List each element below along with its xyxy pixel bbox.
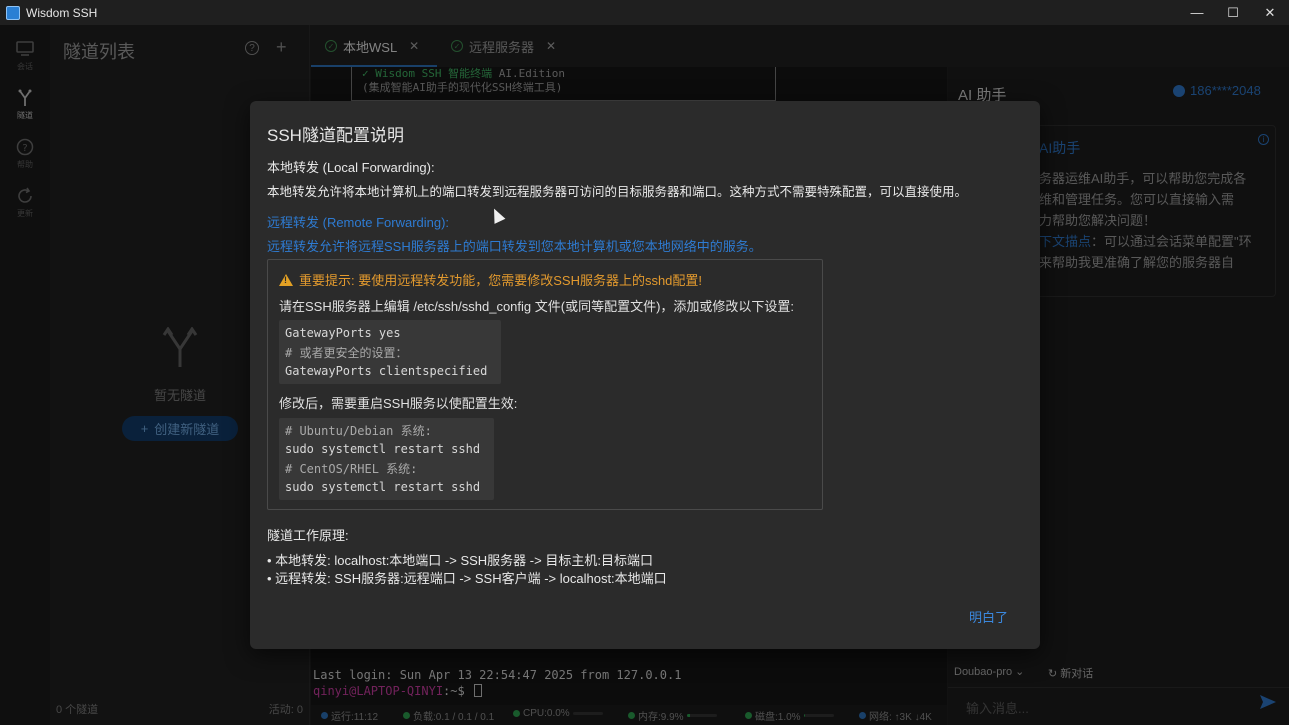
principle-heading: 隧道工作原理: — [267, 528, 349, 543]
code-comment: # CentOS/RHEL 系统: — [285, 462, 418, 476]
ssh-tunnel-help-dialog: SSH隧道配置说明 本地转发 (Local Forwarding): 本地转发允… — [250, 101, 1040, 649]
warning-line: 重要提示: 要使用远程转发功能，您需要修改SSH服务器上的sshd配置! — [279, 270, 702, 289]
restart-instruction: 修改后，需要重启SSH服务以使配置生效: — [279, 396, 518, 411]
code-line: GatewayPorts yes — [285, 326, 401, 340]
principle-remote: • 远程转发: SSH服务器:远程端口 -> SSH客户端 -> localho… — [267, 571, 667, 586]
dialog-title: SSH隧道配置说明 — [267, 126, 404, 145]
local-forwarding-heading: 本地转发 (Local Forwarding): — [267, 160, 435, 175]
minimize-button[interactable]: — — [1178, 0, 1216, 25]
code-line: sudo systemctl restart sshd — [285, 480, 481, 494]
code-line: sudo systemctl restart sshd — [285, 442, 481, 456]
remote-forwarding-desc: 远程转发允许将远程SSH服务器上的端口转发到您本地计算机或您本地网络中的服务。 — [267, 239, 762, 254]
code-line: GatewayPorts clientspecified — [285, 364, 488, 378]
title-bar: Wisdom SSH — ☐ ✕ — [0, 0, 1289, 25]
principle-local: • 本地转发: localhost:本地端口 -> SSH服务器 -> 目标主机… — [267, 553, 653, 568]
edit-instruction: 请在SSH服务器上编辑 /etc/ssh/sshd_config 文件(或同等配… — [279, 299, 795, 314]
warning-text: 重要提示: 要使用远程转发功能，您需要修改SSH服务器上的sshd配置! — [299, 273, 703, 288]
code-comment: # 或者更安全的设置： — [285, 346, 408, 360]
maximize-button[interactable]: ☐ — [1214, 0, 1252, 25]
remote-forwarding-heading: 远程转发 (Remote Forwarding): — [267, 215, 450, 230]
window-title: Wisdom SSH — [26, 5, 98, 20]
app-logo-icon — [6, 5, 20, 20]
close-window-button[interactable]: ✕ — [1251, 0, 1289, 25]
restart-code-block: # Ubuntu/Debian 系统: sudo systemctl restar… — [279, 418, 494, 500]
app-window: Wisdom SSH — ☐ ✕ 会话 隧道 ? 帮助 更新 隧道列表 ? + … — [0, 0, 1289, 725]
sshd-warning-box: 重要提示: 要使用远程转发功能，您需要修改SSH服务器上的sshd配置! 请在S… — [267, 259, 823, 510]
code-comment: # Ubuntu/Debian 系统: — [285, 424, 432, 438]
warning-icon — [279, 273, 293, 286]
local-forwarding-desc: 本地转发允许将本地计算机上的端口转发到远程服务器可访问的目标服务器和端口。这种方… — [267, 185, 968, 199]
config-code-block: GatewayPorts yes # 或者更安全的设置： GatewayPorts … — [279, 320, 501, 384]
ok-button[interactable]: 明白了 — [969, 607, 1008, 626]
